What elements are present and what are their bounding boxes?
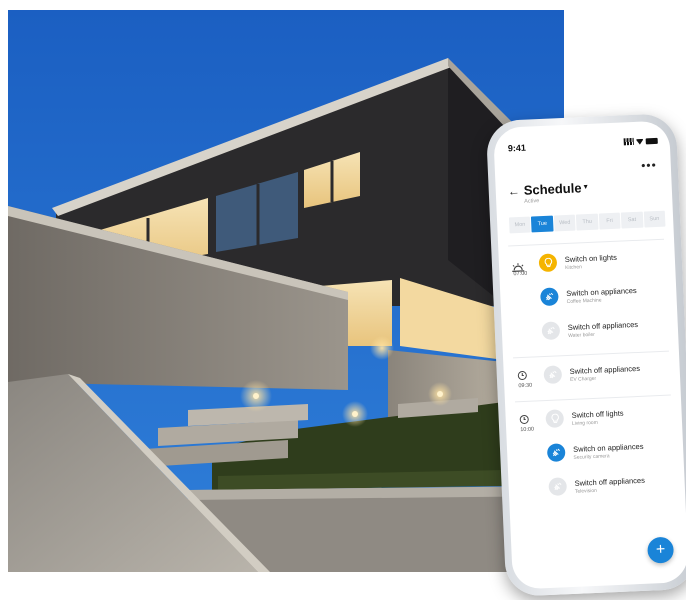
item-title: Switch on lights	[564, 252, 618, 265]
status-icons	[623, 137, 658, 146]
day-tab-sun[interactable]: Sun	[643, 210, 666, 228]
group-time: 09:30	[518, 382, 533, 390]
battery-icon	[645, 137, 658, 144]
plug-icon	[548, 477, 568, 496]
group-time: 07:00	[513, 270, 528, 278]
item-title: Switch off appliances	[569, 363, 641, 376]
modern-house-illustration	[8, 10, 564, 572]
arrow-left-icon[interactable]: ←	[507, 184, 520, 199]
schedule-item[interactable]: Switch on appliances Coffee Machine	[540, 282, 671, 318]
item-title: Switch off appliances	[567, 319, 639, 332]
page-subtitle: Active	[524, 198, 540, 205]
chevron-down-icon[interactable]: ▾	[583, 182, 587, 191]
add-schedule-button[interactable]: +	[647, 536, 675, 564]
sunrise-icon	[511, 259, 525, 272]
signal-icon	[623, 137, 634, 146]
item-title: Switch on appliances	[566, 285, 637, 299]
plug-icon	[546, 443, 566, 462]
day-tab-tue[interactable]: Tue	[531, 215, 554, 233]
item-title: Switch off lights	[571, 408, 624, 420]
plug-icon	[540, 287, 559, 307]
schedule-item[interactable]: Switch off appliances Television	[548, 472, 679, 508]
item-subtitle: Water boiler	[568, 331, 596, 339]
day-tab-mon[interactable]: Mon	[508, 216, 532, 234]
item-subtitle: EV Charger	[569, 375, 597, 383]
item-subtitle: Living room	[571, 419, 598, 427]
more-options-icon[interactable]: •••	[641, 158, 657, 173]
page-title[interactable]: Schedule	[523, 180, 581, 198]
plug-icon	[543, 365, 563, 385]
phone-mockup: 9:41 ••• ← Schedule ▾ Active Mon Tue Wed Th…	[485, 113, 686, 597]
schedule-item[interactable]: Switch off appliances EV Charger	[543, 360, 674, 396]
schedule-group: 07:00 Switch on lights Kitchen Switch on ap…	[498, 238, 679, 358]
schedule-header: ← Schedule ▾ Active	[507, 177, 662, 210]
item-title: Switch on appliances	[572, 441, 644, 454]
schedule-item[interactable]: Switch on appliances Security camera	[546, 438, 678, 474]
phone-screen: 9:41 ••• ← Schedule ▾ Active Mon Tue Wed Th…	[493, 120, 686, 590]
day-tab-thu[interactable]: Thu	[576, 213, 599, 231]
clock-icon	[519, 414, 529, 425]
status-time: 9:41	[507, 142, 527, 154]
schedule-item[interactable]: Switch off lights Living room	[545, 404, 676, 440]
item-title: Switch off appliances	[574, 475, 646, 488]
house-photo	[8, 10, 564, 572]
clock-icon	[517, 370, 528, 381]
status-bar: 9:41	[494, 136, 670, 158]
item-subtitle: Coffee Machine	[566, 297, 602, 306]
day-tab-sat[interactable]: Sat	[620, 211, 644, 229]
lightbulb-icon	[545, 409, 565, 429]
item-subtitle: Television	[574, 487, 598, 495]
item-subtitle: Security camera	[573, 453, 610, 461]
day-tab-fri[interactable]: Fri	[598, 212, 621, 230]
group-divider	[508, 238, 665, 247]
day-tab-wed[interactable]: Wed	[553, 214, 576, 232]
item-subtitle: Kitchen	[565, 264, 582, 272]
schedule-item[interactable]: Switch off appliances Water boiler	[541, 316, 673, 352]
schedule-item[interactable]: Switch on lights Kitchen	[538, 249, 670, 285]
wifi-icon	[636, 138, 644, 145]
plug-icon	[541, 321, 561, 341]
day-selector: Mon Tue Wed Thu Fri Sat Sun	[508, 210, 666, 234]
lightbulb-icon	[538, 253, 558, 273]
schedule-group: 09:30 Switch off appliances EV Charger	[503, 350, 681, 402]
schedule-group: 10:00 Switch off lights Living room Switch …	[505, 394, 686, 514]
group-time: 10:00	[520, 426, 535, 434]
